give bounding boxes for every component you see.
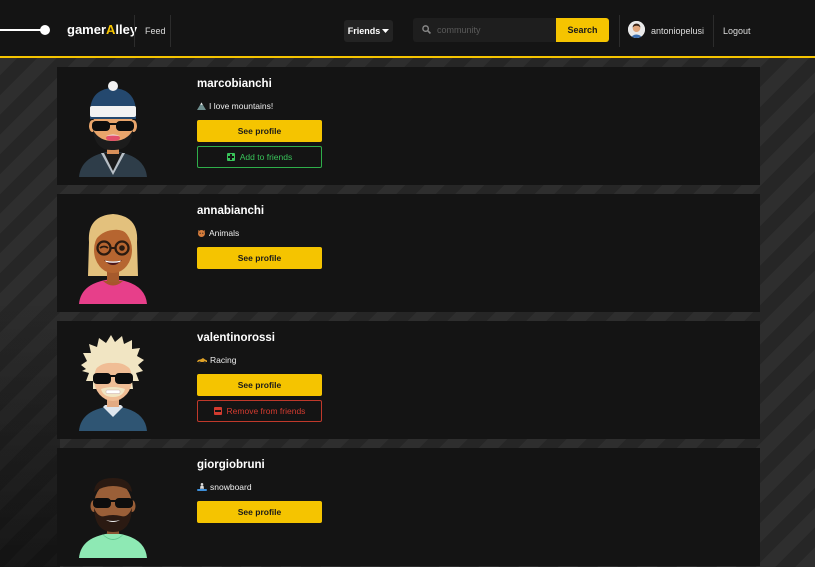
user-card: marcobianchi I love mountains! See profi… <box>57 67 760 185</box>
nav-divider <box>713 15 714 47</box>
user-card-bio-text: Racing <box>210 355 237 365</box>
remove-from-friends-label: Remove from friends <box>226 406 306 416</box>
user-card-username[interactable]: giorgiobruni <box>197 459 265 471</box>
brand-prefix: gamer <box>67 22 107 37</box>
search-button[interactable]: Search <box>556 18 609 42</box>
see-profile-button[interactable]: See profile <box>197 374 322 396</box>
nav-divider <box>134 15 135 47</box>
user-card-bio-text: I love mountains! <box>209 101 274 111</box>
avatar-marcobianchi[interactable] <box>77 75 149 177</box>
avatar-giorgiobruni[interactable] <box>77 456 149 558</box>
user-avatar-icon <box>628 21 645 38</box>
see-profile-button[interactable]: See profile <box>197 120 322 142</box>
add-to-friends-label: Add to friends <box>239 152 293 162</box>
user-card: valentinorossi Racing See profile Remove… <box>57 321 760 439</box>
snowboard-icon <box>197 483 207 491</box>
brand-accent: A <box>106 22 116 37</box>
navbar: gamerAlley Feed Friends Search antoniope… <box>0 0 815 58</box>
nav-link-feed[interactable]: Feed <box>145 26 166 36</box>
nav-divider <box>170 15 171 47</box>
nav-username[interactable]: antoniopelusi <box>651 26 704 36</box>
brand-logo[interactable]: gamerAlley <box>67 22 137 37</box>
user-card-username[interactable]: annabianchi <box>197 205 264 217</box>
caret-down-icon <box>382 28 390 33</box>
user-card-bio: Racing <box>197 355 236 365</box>
nav-divider <box>619 15 620 47</box>
user-card-username[interactable]: valentinorossi <box>197 332 275 344</box>
search-input[interactable] <box>437 22 553 38</box>
avatar-annabianchi[interactable] <box>77 202 149 304</box>
logout-link[interactable]: Logout <box>723 26 751 36</box>
friends-dropdown[interactable]: Friends <box>344 20 393 42</box>
nav-toggle-line <box>0 29 44 31</box>
user-card-bio: snowboard <box>197 482 252 492</box>
race-car-icon <box>197 357 207 364</box>
user-card-bio: I love mountains! <box>197 101 273 111</box>
minus-square-icon <box>213 407 222 415</box>
nav-toggle-dot-icon[interactable] <box>40 25 50 35</box>
user-card-username[interactable]: marcobianchi <box>197 78 272 90</box>
search-icon <box>422 25 431 34</box>
animal-icon <box>198 230 205 237</box>
remove-from-friends-button[interactable]: Remove from friends <box>197 400 322 422</box>
user-card-bio-text: snowboard <box>210 482 252 492</box>
see-profile-button[interactable]: See profile <box>197 247 322 269</box>
user-avatar[interactable] <box>628 21 645 38</box>
user-card-bio: Animals <box>197 228 239 238</box>
user-card-bio-text: Animals <box>209 228 240 238</box>
add-to-friends-button[interactable]: Add to friends <box>197 146 322 168</box>
user-card: giorgiobruni snowboard See profile <box>57 448 760 566</box>
friends-dropdown-label: Friends <box>347 26 381 36</box>
avatar-valentinorossi[interactable] <box>77 329 149 431</box>
plus-square-icon <box>226 153 235 161</box>
see-profile-button[interactable]: See profile <box>197 501 322 523</box>
background-shade <box>0 300 60 567</box>
user-card: annabianchi Animals See profile <box>57 194 760 312</box>
mountain-icon <box>197 102 206 110</box>
search-box <box>413 18 557 42</box>
